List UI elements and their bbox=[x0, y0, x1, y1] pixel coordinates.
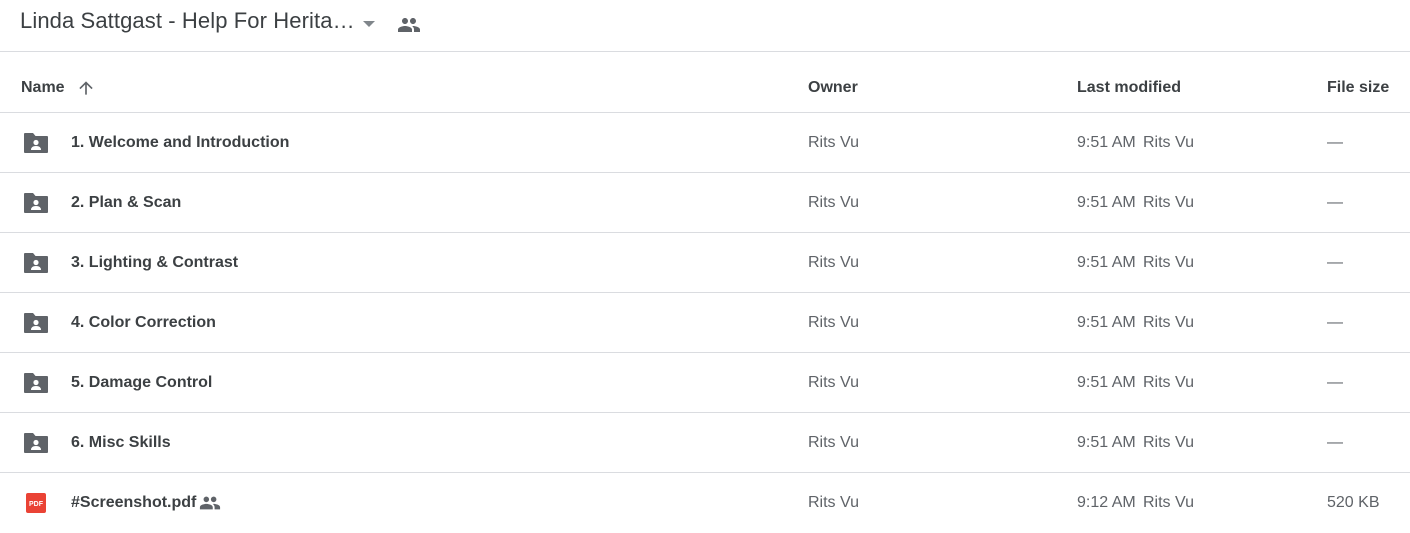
owner-cell: Rits Vu bbox=[808, 494, 859, 511]
owner-cell: Rits Vu bbox=[808, 434, 859, 451]
column-header-row: Name Owner Last modified File size bbox=[0, 52, 1410, 113]
file-size-cell: — bbox=[1327, 254, 1343, 271]
file-name: 1. Welcome and Introduction bbox=[71, 134, 290, 151]
modified-by-cell: Rits Vu bbox=[1143, 374, 1194, 391]
svg-text:PDF: PDF bbox=[29, 501, 44, 508]
shared-folder-icon bbox=[24, 253, 48, 273]
file-name: 4. Color Correction bbox=[71, 314, 216, 331]
file-name: #Screenshot.pdf bbox=[71, 494, 197, 511]
column-header-name[interactable]: Name bbox=[21, 79, 65, 97]
modified-time-cell: 9:51 AM bbox=[1077, 134, 1136, 151]
people-icon bbox=[199, 496, 221, 510]
owner-cell: Rits Vu bbox=[808, 254, 859, 271]
file-size-cell: 520 KB bbox=[1327, 494, 1380, 511]
shared-folder-icon bbox=[24, 193, 48, 213]
arrow-up-icon[interactable] bbox=[76, 78, 96, 98]
table-row[interactable]: 1. Welcome and Introduction Rits Vu 9:51… bbox=[0, 113, 1410, 173]
table-row[interactable]: 6. Misc Skills Rits Vu 9:51 AM Rits Vu — bbox=[0, 413, 1410, 473]
owner-cell: Rits Vu bbox=[808, 314, 859, 331]
folder-title[interactable]: Linda Sattgast - Help For Herita… bbox=[20, 8, 355, 34]
table-row[interactable]: 2. Plan & Scan Rits Vu 9:51 AM Rits Vu — bbox=[0, 173, 1410, 233]
caret-down-icon[interactable] bbox=[360, 18, 378, 30]
shared-folder-icon bbox=[24, 133, 48, 153]
modified-by-cell: Rits Vu bbox=[1143, 134, 1194, 151]
modified-time-cell: 9:51 AM bbox=[1077, 314, 1136, 331]
modified-by-cell: Rits Vu bbox=[1143, 194, 1194, 211]
column-header-file-size[interactable]: File size bbox=[1327, 79, 1389, 97]
file-name: 3. Lighting & Contrast bbox=[71, 254, 239, 271]
modified-by-cell: Rits Vu bbox=[1143, 314, 1194, 331]
shared-folder-icon bbox=[24, 433, 48, 453]
owner-cell: Rits Vu bbox=[808, 134, 859, 151]
modified-by-cell: Rits Vu bbox=[1143, 254, 1194, 271]
modified-by-cell: Rits Vu bbox=[1143, 434, 1194, 451]
modified-time-cell: 9:51 AM bbox=[1077, 194, 1136, 211]
people-icon bbox=[398, 18, 420, 32]
file-size-cell: — bbox=[1327, 374, 1343, 391]
file-size-cell: — bbox=[1327, 314, 1343, 331]
file-size-cell: — bbox=[1327, 134, 1343, 151]
shared-folder-icon bbox=[24, 313, 48, 333]
file-size-cell: — bbox=[1327, 194, 1343, 211]
owner-cell: Rits Vu bbox=[808, 194, 859, 211]
modified-time-cell: 9:51 AM bbox=[1077, 374, 1136, 391]
modified-time-cell: 9:51 AM bbox=[1077, 254, 1136, 271]
file-name: 5. Damage Control bbox=[71, 374, 213, 391]
modified-time-cell: 9:51 AM bbox=[1077, 434, 1136, 451]
modified-time-cell: 9:12 AM bbox=[1077, 494, 1136, 511]
file-name: 6. Misc Skills bbox=[71, 434, 171, 451]
table-row[interactable]: 4. Color Correction Rits Vu 9:51 AM Rits… bbox=[0, 293, 1410, 353]
file-name: 2. Plan & Scan bbox=[71, 194, 182, 211]
shared-folder-icon bbox=[24, 373, 48, 393]
pdf-icon: PDF bbox=[26, 493, 46, 513]
table-row[interactable]: 5. Damage Control Rits Vu 9:51 AM Rits V… bbox=[0, 353, 1410, 413]
column-header-owner[interactable]: Owner bbox=[808, 79, 858, 97]
owner-cell: Rits Vu bbox=[808, 374, 859, 391]
file-size-cell: — bbox=[1327, 434, 1343, 451]
folder-title-bar: Linda Sattgast - Help For Herita… bbox=[0, 0, 1410, 52]
modified-by-cell: Rits Vu bbox=[1143, 494, 1194, 511]
table-row[interactable]: PDF #Screenshot.pdf Rits Vu 9:12 AM Rits… bbox=[0, 473, 1410, 533]
column-header-last-modified[interactable]: Last modified bbox=[1077, 79, 1181, 97]
table-row[interactable]: 3. Lighting & Contrast Rits Vu 9:51 AM R… bbox=[0, 233, 1410, 293]
